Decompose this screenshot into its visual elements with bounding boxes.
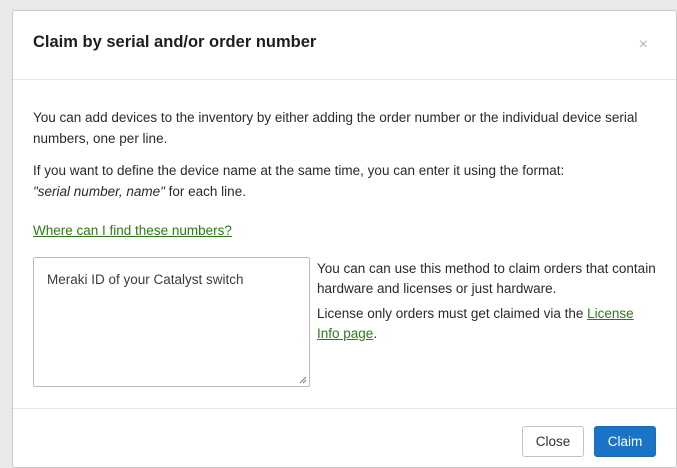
intro-paragraph-1: You can add devices to the inventory by … — [33, 110, 638, 146]
dialog-footer: Close Claim — [13, 408, 676, 467]
dialog-body: You can add devices to the inventory by … — [33, 107, 656, 241]
close-button[interactable]: Close — [522, 426, 584, 457]
claim-info-line-2: License only orders must get claimed via… — [317, 304, 656, 344]
claim-button[interactable]: Claim — [594, 426, 656, 457]
resize-grip-icon[interactable] — [299, 376, 307, 384]
format-example: "serial number, name" — [33, 184, 165, 199]
help-link[interactable]: Where can I find these numbers? — [33, 223, 232, 238]
claim-info-line-2-suffix: . — [373, 326, 378, 341]
dialog-header: Claim by serial and/or order number × — [13, 11, 676, 80]
serial-order-input[interactable] — [34, 258, 309, 386]
intro-paragraph-2-text: If you want to define the device name at… — [33, 163, 565, 178]
intro-paragraph-2: If you want to define the device name at… — [33, 160, 656, 202]
intro-paragraph-2-suffix: for each line. — [164, 184, 246, 199]
claim-info-line-1: You can can use this method to claim ord… — [317, 261, 656, 296]
claim-dialog: Claim by serial and/or order number × Yo… — [12, 10, 677, 468]
serial-textarea-container — [33, 257, 310, 387]
dialog-title: Claim by serial and/or order number — [33, 33, 317, 51]
claim-info-line-2-text: License only orders must get claimed via… — [317, 306, 588, 321]
claim-row: You can can use this method to claim ord… — [33, 257, 656, 389]
claim-info: You can can use this method to claim ord… — [317, 259, 656, 349]
close-icon[interactable]: × — [639, 37, 648, 53]
